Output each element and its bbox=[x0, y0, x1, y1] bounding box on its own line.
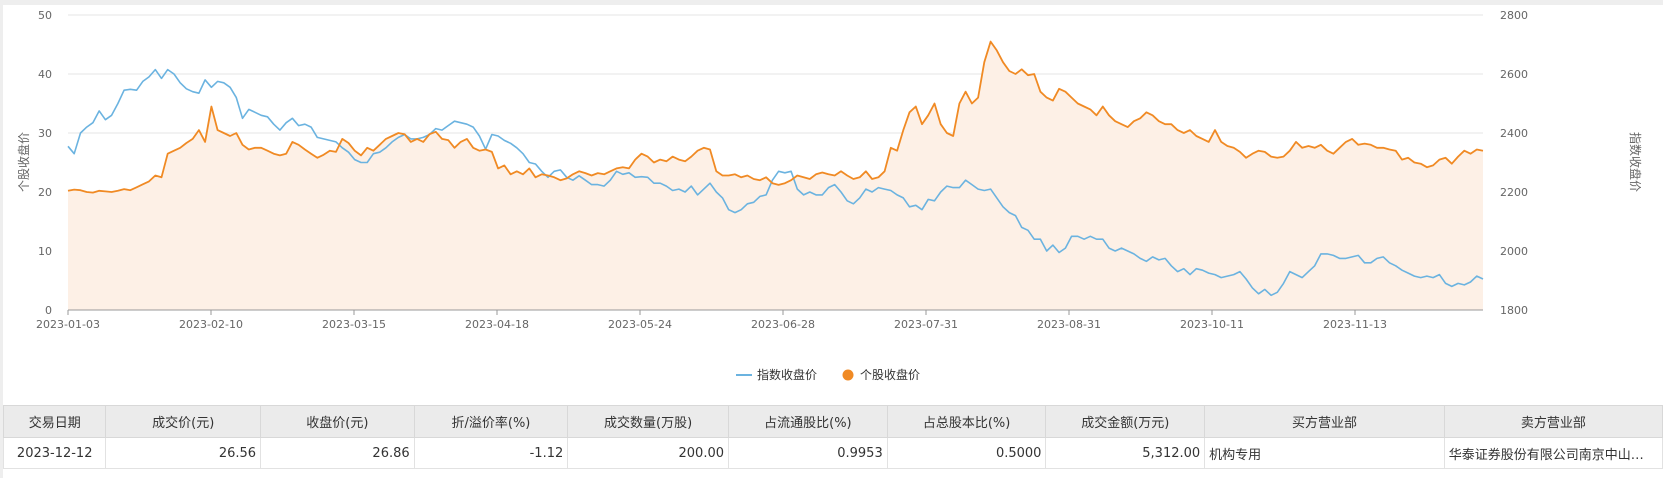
col-header-total-ratio[interactable]: 占总股本比(%) bbox=[886, 405, 1047, 438]
y-left-axis-title: 个股收盘价 bbox=[16, 132, 31, 192]
y-left-tick-label: 0 bbox=[45, 304, 52, 317]
x-tick-label: 2023-03-15 bbox=[322, 318, 386, 331]
legend-stock-label: 个股收盘价 bbox=[860, 367, 920, 382]
cell-total-ratio: 0.5000 bbox=[886, 437, 1047, 469]
y-left-tick-label: 10 bbox=[38, 245, 52, 258]
table-row: 2023-12-12 26.56 26.86 -1.12 200.00 0.99… bbox=[2, 437, 1663, 469]
x-tick-label: 2023-05-24 bbox=[608, 318, 672, 331]
y-right-tick-label: 1800 bbox=[1500, 304, 1528, 317]
cell-close-price: 26.86 bbox=[260, 437, 415, 469]
x-tick-label: 2023-07-31 bbox=[894, 318, 958, 331]
y-left-tick-label: 20 bbox=[38, 186, 52, 199]
cell-trade-date: 2023-12-12 bbox=[2, 437, 107, 469]
y-right-tick-label: 2200 bbox=[1500, 186, 1528, 199]
col-header-trade-date[interactable]: 交易日期 bbox=[2, 405, 107, 438]
block-trade-table: 交易日期 成交价(元) 收盘价(元) 折/溢价率(%) 成交数量(万股) 占流通… bbox=[2, 405, 1663, 469]
col-header-volume[interactable]: 成交数量(万股) bbox=[567, 405, 730, 438]
legend: 指数收盘价 个股收盘价 bbox=[736, 367, 920, 382]
y-left-tick-label: 30 bbox=[38, 127, 52, 140]
cell-premium-rate: -1.12 bbox=[413, 437, 569, 469]
cell-volume: 200.00 bbox=[567, 437, 730, 469]
cell-float-ratio: 0.9953 bbox=[728, 437, 888, 469]
legend-stock-swatch bbox=[842, 369, 854, 381]
y-right-tick-label: 2400 bbox=[1500, 127, 1528, 140]
x-tick-label: 2023-08-31 bbox=[1037, 318, 1101, 331]
y-left-tick-label: 40 bbox=[38, 68, 52, 81]
legend-item-index[interactable]: 指数收盘价 bbox=[736, 367, 817, 382]
y-right-tick-label: 2800 bbox=[1500, 9, 1528, 22]
col-header-premium-rate[interactable]: 折/溢价率(%) bbox=[413, 405, 569, 438]
col-header-deal-price[interactable]: 成交价(元) bbox=[105, 405, 262, 438]
col-header-seller[interactable]: 卖方营业部 bbox=[1443, 405, 1663, 438]
legend-index-label: 指数收盘价 bbox=[757, 367, 817, 382]
x-tick-label: 2023-04-18 bbox=[465, 318, 529, 331]
price-chart: 0 10 20 30 40 50 1800 2000 2200 2400 2600 2800 2023-… bbox=[16, 9, 1643, 382]
col-header-buyer[interactable]: 买方营业部 bbox=[1204, 405, 1445, 438]
x-tick-label: 2023-11-13 bbox=[1323, 318, 1387, 331]
legend-item-stock[interactable]: 个股收盘价 bbox=[842, 367, 921, 382]
y-right-axis-title: 指数收盘价 bbox=[1628, 132, 1643, 192]
x-tick-label: 2023-10-11 bbox=[1180, 318, 1244, 331]
cell-deal-price: 26.56 bbox=[105, 437, 262, 469]
col-header-amount[interactable]: 成交金额(万元) bbox=[1045, 405, 1206, 438]
y-right-tick-label: 2000 bbox=[1500, 245, 1528, 258]
x-tick-label: 2023-02-10 bbox=[179, 318, 243, 331]
col-header-float-ratio[interactable]: 占流通股比(%) bbox=[728, 405, 888, 438]
x-tick-label: 2023-06-28 bbox=[751, 318, 815, 331]
cell-amount: 5,312.00 bbox=[1045, 437, 1206, 469]
table-header-row: 交易日期 成交价(元) 收盘价(元) 折/溢价率(%) 成交数量(万股) 占流通… bbox=[2, 405, 1663, 438]
col-header-close-price[interactable]: 收盘价(元) bbox=[260, 405, 415, 438]
y-right-tick-label: 2600 bbox=[1500, 68, 1528, 81]
y-left-tick-label: 50 bbox=[38, 9, 52, 22]
cell-seller[interactable]: 华泰证券股份有限公司南京中山… bbox=[1443, 437, 1663, 469]
cell-buyer[interactable]: 机构专用 bbox=[1204, 437, 1445, 469]
x-tick-label: 2023-01-03 bbox=[36, 318, 100, 331]
